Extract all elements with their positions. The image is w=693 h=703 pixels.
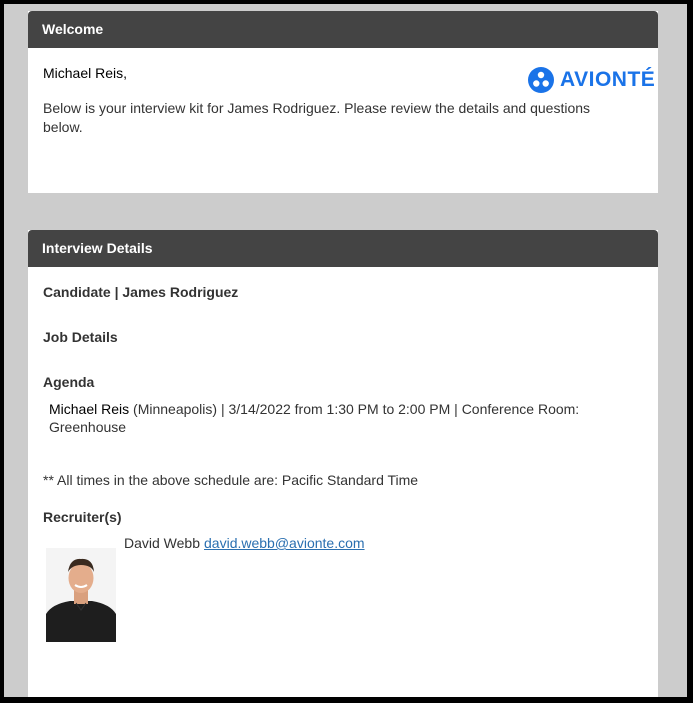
greeting-name: Michael Reis (43, 65, 124, 81)
agenda-details: (Minneapolis) | 3/14/2022 from 1:30 PM t… (49, 401, 580, 435)
agenda-label: Agenda (43, 374, 95, 390)
agenda-interviewer: Michael Reis (49, 401, 130, 417)
recruiter-name: David Webb (124, 535, 201, 551)
interview-details-header: Interview Details (28, 230, 658, 267)
brand-name: AVIONTÉ (560, 68, 656, 91)
recruiter-photo (46, 548, 116, 642)
avionte-logo: AVIONTÉ (528, 65, 655, 95)
welcome-header: Welcome (28, 11, 658, 48)
interview-details-panel: Interview Details Candidate | James Rodr… (28, 230, 658, 697)
email-frame: Welcome Michael Reis, AVIONTÉ Below is y… (0, 0, 693, 703)
candidate-label: Candidate | James Rodriguez (43, 284, 239, 300)
greeting: Michael Reis, (43, 65, 127, 81)
welcome-panel: Welcome Michael Reis, AVIONTÉ Below is y… (28, 11, 658, 193)
timezone-note: ** All times in the above schedule are: … (43, 472, 419, 488)
intro-text: Below is your interview kit for James Ro… (43, 100, 591, 135)
greeting-comma: , (123, 65, 128, 81)
recruiter-entry: David Webb david.webb@avionte.com (124, 535, 365, 551)
recruiters-label: Recruiter(s) (43, 509, 122, 525)
job-details-label: Job Details (43, 329, 118, 345)
recruiter-email-link[interactable]: david.webb@avionte.com (204, 535, 365, 551)
agenda-item: Michael Reis (Minneapolis) | 3/14/2022 f… (49, 400, 639, 436)
recruiter-avatar (46, 548, 116, 642)
avionte-logo-icon (528, 67, 554, 93)
